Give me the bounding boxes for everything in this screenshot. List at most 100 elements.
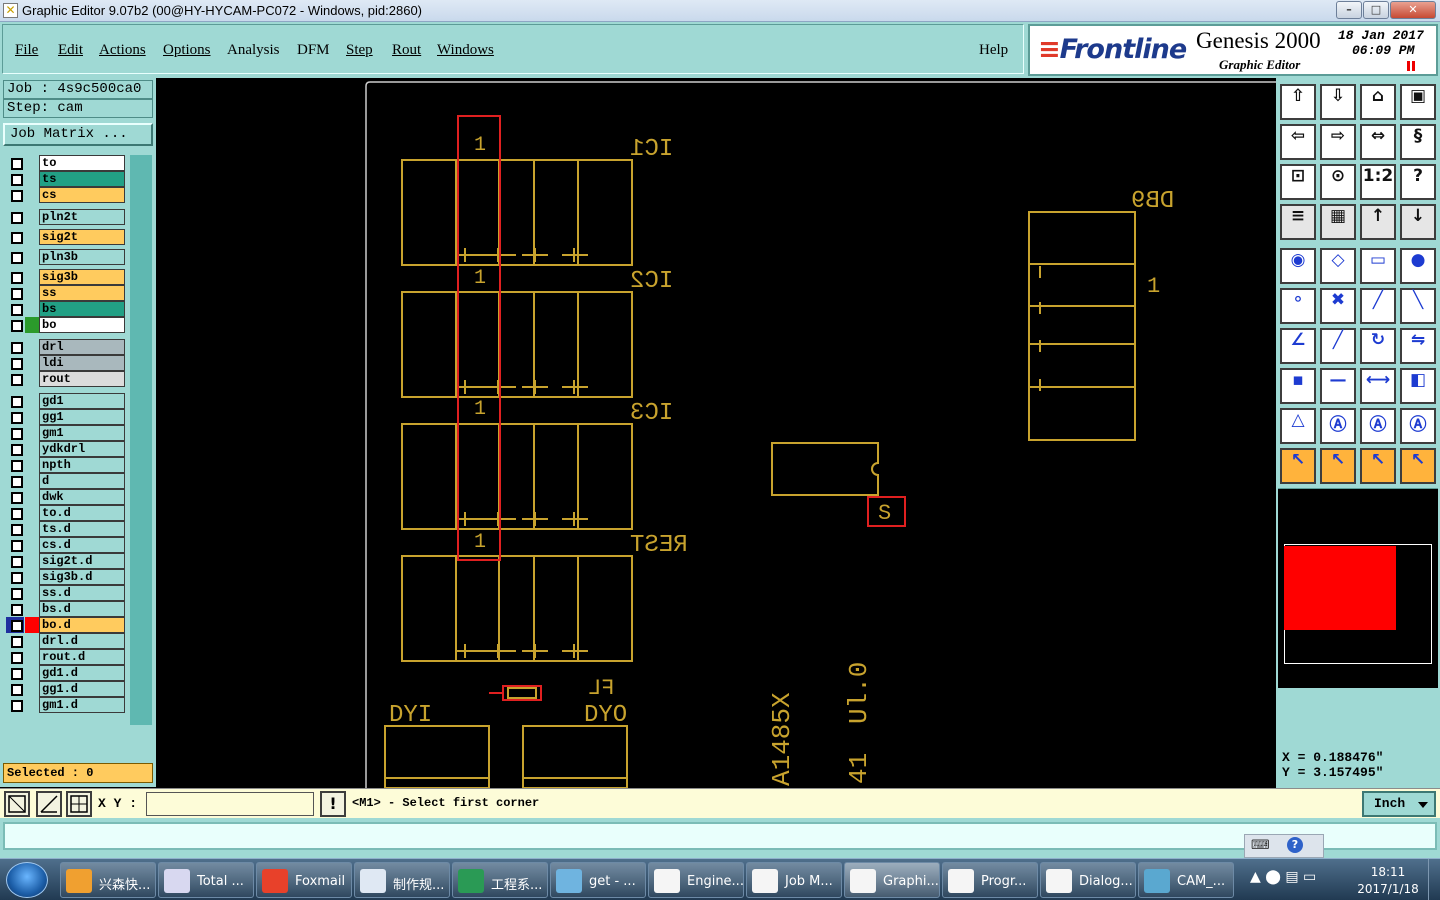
layer-row[interactable]: gm1 xyxy=(4,425,128,441)
layer-row[interactable]: bs xyxy=(4,301,128,317)
layer-row[interactable]: ldi xyxy=(4,355,128,371)
layer-row[interactable]: gd1.d xyxy=(4,665,128,681)
layer-checkbox[interactable] xyxy=(6,393,24,409)
layer-name[interactable]: gm1 xyxy=(39,425,125,441)
job-matrix-button[interactable]: Job Matrix ... xyxy=(3,123,153,146)
snap-icon[interactable] xyxy=(36,791,62,817)
layer-checkbox[interactable] xyxy=(6,209,24,225)
layer-row[interactable]: d xyxy=(4,473,128,489)
help-icon[interactable]: ? xyxy=(1400,164,1436,200)
layer-color-swatch[interactable] xyxy=(25,601,39,617)
layer-row[interactable]: gg1.d xyxy=(4,681,128,697)
layer-name[interactable]: rout.d xyxy=(39,649,125,665)
layer-color-swatch[interactable] xyxy=(25,249,39,265)
arrow-b-icon[interactable]: Ⓐ xyxy=(1360,408,1396,444)
layer-name[interactable]: cs xyxy=(39,187,125,203)
layer-list-scrollbar[interactable] xyxy=(130,155,152,725)
taskbar-item[interactable]: 工程系... xyxy=(452,862,548,898)
layer-color-swatch[interactable] xyxy=(25,521,39,537)
menu-dfm[interactable]: DFM xyxy=(297,42,330,59)
grid-icon[interactable]: ▦ xyxy=(1320,204,1356,240)
break-icon[interactable]: — xyxy=(1320,368,1356,404)
layer-checkbox[interactable] xyxy=(6,425,24,441)
unit-select[interactable]: Inch xyxy=(1362,791,1436,817)
layer-name[interactable]: to.d xyxy=(39,505,125,521)
scale-1-2-icon[interactable]: 1:2 xyxy=(1360,164,1396,200)
graphic-canvas[interactable]: IC1 IC2 IC3 REST DB9 1 1 1 1 1 S DYI DYO… xyxy=(156,78,1276,789)
layer-row[interactable]: bo xyxy=(4,317,128,333)
move-down-icon[interactable]: ⇩ xyxy=(1320,84,1356,120)
layer-row[interactable]: ts xyxy=(4,171,128,187)
layer-row[interactable]: rout xyxy=(4,371,128,387)
start-button[interactable] xyxy=(6,862,48,898)
layer-row[interactable]: rout.d xyxy=(4,649,128,665)
layer-checkbox[interactable] xyxy=(6,585,24,601)
ruler-icon[interactable]: ▭ xyxy=(1360,248,1396,284)
measure-icon[interactable]: ⟷ xyxy=(1360,368,1396,404)
pan-right-icon[interactable]: ⇨ xyxy=(1320,124,1356,160)
route-icon[interactable]: ⚬ xyxy=(1280,288,1316,324)
layer-row[interactable]: pln2t xyxy=(4,209,128,225)
menu-help[interactable]: Help xyxy=(979,42,1008,59)
layer-row[interactable]: ss.d xyxy=(4,585,128,601)
select-path-icon[interactable]: ↖ xyxy=(1400,448,1436,484)
close-button[interactable]: ✕ xyxy=(1390,1,1436,19)
layer-name[interactable]: bs xyxy=(39,301,125,317)
layer-checkbox[interactable] xyxy=(6,537,24,553)
layer-color-swatch[interactable] xyxy=(25,317,39,333)
taskbar-item[interactable]: Foxmail xyxy=(256,862,352,898)
layer-color-swatch[interactable] xyxy=(25,489,39,505)
pad-icon[interactable]: ● xyxy=(1400,248,1436,284)
select-icon[interactable]: ↖ xyxy=(1280,448,1316,484)
layer-checkbox[interactable] xyxy=(6,569,24,585)
move-up-icon[interactable]: ⇧ xyxy=(1280,84,1316,120)
layer-row[interactable]: sig2t.d xyxy=(4,553,128,569)
taskbar-item[interactable]: Total ... xyxy=(158,862,254,898)
angle-icon[interactable]: ∠ xyxy=(1280,328,1316,364)
layer-name[interactable]: to xyxy=(39,155,125,171)
layer-name[interactable]: ldi xyxy=(39,355,125,371)
layer-name[interactable]: pln3b xyxy=(39,249,125,265)
layer-row[interactable]: to xyxy=(4,155,128,171)
triangle-icon[interactable]: △ xyxy=(1280,408,1316,444)
pan-left-icon[interactable]: ⇦ xyxy=(1280,124,1316,160)
layer-checkbox[interactable] xyxy=(6,697,24,713)
layer-row[interactable]: sig3b.d xyxy=(4,569,128,585)
layer-name[interactable]: drl.d xyxy=(39,633,125,649)
layer-name[interactable]: d xyxy=(39,473,125,489)
snap-icon[interactable]: § xyxy=(1400,124,1436,160)
layer-checkbox[interactable] xyxy=(6,681,24,697)
arrow-a-icon[interactable]: Ⓐ xyxy=(1320,408,1356,444)
line-move-icon[interactable]: ╲ xyxy=(1400,288,1436,324)
menu-file[interactable]: File xyxy=(15,42,38,59)
layer-color-swatch[interactable] xyxy=(25,553,39,569)
layer-row[interactable]: drl.d xyxy=(4,633,128,649)
layer-checkbox[interactable] xyxy=(6,355,24,371)
grid-icon[interactable] xyxy=(66,791,92,817)
layer-row[interactable]: ts.d xyxy=(4,521,128,537)
layer-color-swatch[interactable] xyxy=(25,585,39,601)
layer-row[interactable]: sig2t xyxy=(4,229,128,245)
layer-checkbox[interactable] xyxy=(6,553,24,569)
layer-checkbox[interactable] xyxy=(6,441,24,457)
layer-color-swatch[interactable] xyxy=(25,649,39,665)
menu-actions[interactable]: Actions xyxy=(99,42,146,59)
line-add-icon[interactable]: ╱ xyxy=(1360,288,1396,324)
menu-options[interactable]: Options xyxy=(163,42,211,59)
layer-checkbox[interactable] xyxy=(6,473,24,489)
layer-checkbox[interactable] xyxy=(6,521,24,537)
home-icon[interactable]: ⌂ xyxy=(1360,84,1396,120)
taskbar-item[interactable]: 制作规... xyxy=(354,862,450,898)
maximize-button[interactable]: □ xyxy=(1363,1,1389,19)
mirror-icon[interactable]: ⇔ xyxy=(1360,124,1396,160)
layer-row[interactable]: ss xyxy=(4,285,128,301)
layer-name[interactable]: gd1.d xyxy=(39,665,125,681)
zoom-box-icon[interactable] xyxy=(4,791,30,817)
layer-name[interactable]: ss.d xyxy=(39,585,125,601)
layer-color-swatch[interactable] xyxy=(25,537,39,553)
layer-checkbox[interactable] xyxy=(6,505,24,521)
layer-checkbox[interactable] xyxy=(6,649,24,665)
layer-color-swatch[interactable] xyxy=(25,457,39,473)
taskbar-item[interactable]: CAM_... xyxy=(1138,862,1234,898)
layer-checkbox[interactable] xyxy=(6,229,24,245)
